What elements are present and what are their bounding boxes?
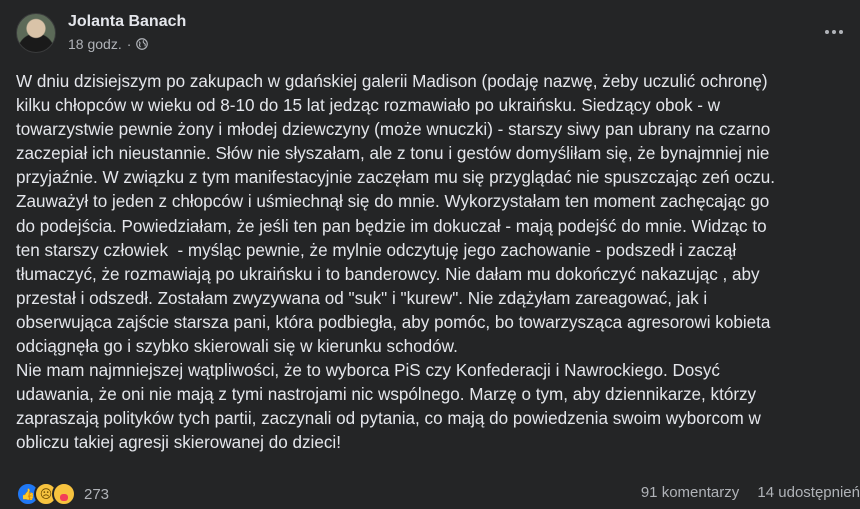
care-icon	[52, 482, 76, 506]
more-options-icon[interactable]	[820, 24, 848, 40]
post-stats: 91 komentarzy 14 udostępnień	[641, 484, 860, 501]
globe-icon[interactable]	[136, 38, 149, 50]
post-footer: 👍 ☹ 273 91 komentarzy 14 udostępnień	[16, 482, 860, 506]
separator: ·	[126, 36, 132, 52]
post-subline: 18 godz. ·	[68, 35, 186, 53]
avatar[interactable]	[16, 12, 56, 53]
post-header: Jolanta Banach 18 godz. ·	[16, 12, 186, 53]
post-text: W dniu dzisiejszym po zakupach w gdański…	[16, 72, 776, 453]
reactions-summary[interactable]: 👍 ☹ 273	[16, 482, 109, 506]
facebook-post: Jolanta Banach 18 godz. · W dniu dzisiej…	[0, 0, 860, 509]
post-timestamp[interactable]: 18 godz.	[68, 35, 122, 53]
shares-count[interactable]: 14 udostępnień	[757, 484, 860, 501]
reaction-count[interactable]: 273	[84, 486, 109, 503]
comments-count[interactable]: 91 komentarzy	[641, 484, 739, 501]
author-name[interactable]: Jolanta Banach	[68, 12, 186, 32]
post-meta: Jolanta Banach 18 godz. ·	[68, 12, 186, 53]
